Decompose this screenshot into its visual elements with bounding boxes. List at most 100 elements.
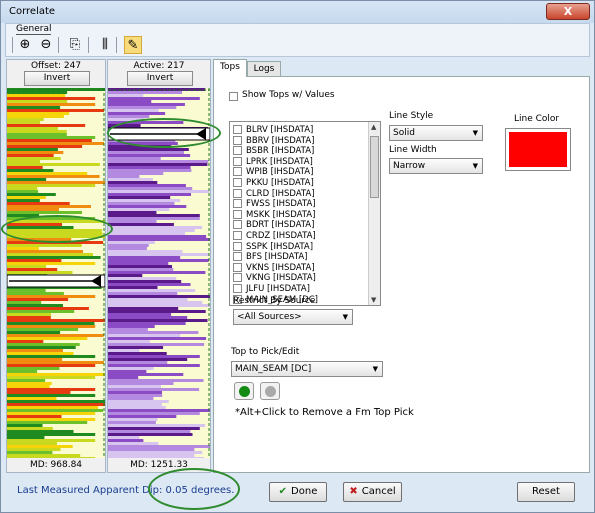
tab-tops[interactable]: Tops	[213, 59, 247, 77]
top-checkbox[interactable]	[233, 273, 242, 283]
top-checkbox[interactable]	[233, 178, 242, 187]
top-checkbox[interactable]	[233, 156, 242, 166]
log-fill-segment	[7, 244, 82, 247]
active-invert-button[interactable]: Invert	[127, 71, 193, 86]
track-spacing-icon[interactable]: ⫼	[96, 36, 114, 54]
log-fill-segment	[108, 94, 144, 97]
log-fill-segment	[7, 448, 61, 451]
line-style-select[interactable]: Solid ▼	[389, 125, 483, 141]
log-fill-segment	[7, 238, 72, 241]
scroll-up-icon[interactable]: ▲	[371, 123, 376, 131]
top-checkbox[interactable]	[233, 231, 242, 240]
log-fill-segment	[7, 94, 66, 97]
cancel-button[interactable]: ✖ Cancel	[343, 482, 402, 502]
active-log-track[interactable]	[108, 88, 210, 458]
top-checkbox[interactable]	[233, 220, 242, 230]
top-checkbox[interactable]	[233, 209, 242, 219]
line-color-fill	[509, 132, 567, 167]
top-checkbox[interactable]	[233, 199, 242, 209]
cross-icon: ✖	[349, 486, 358, 497]
log-fill-segment	[7, 337, 88, 340]
show-tops-values-checkbox[interactable]	[229, 92, 238, 101]
log-fill-segment	[108, 256, 181, 259]
log-fill-segment	[108, 283, 191, 286]
top-label: MSKK [IHSDATA]	[246, 209, 316, 220]
top-label: BLRV [IHSDATA]	[246, 125, 314, 135]
log-fill-segment	[7, 388, 96, 391]
top-label: VKNS [IHSDATA]	[246, 262, 315, 273]
log-fill-segment	[108, 385, 161, 388]
log-fill-segment	[108, 262, 169, 265]
log-fill-segment	[108, 148, 189, 151]
log-fill-segment	[7, 298, 69, 301]
log-fill-segment	[108, 421, 156, 424]
log-fill-segment	[108, 397, 154, 400]
log-fill-segment	[108, 319, 208, 322]
top-checkbox[interactable]	[233, 146, 242, 156]
top-checkbox[interactable]	[233, 252, 242, 262]
pick-mode-off-button[interactable]	[260, 382, 280, 400]
scroll-down-icon[interactable]: ▼	[371, 296, 376, 304]
ribbon-tab-general[interactable]: General	[16, 24, 52, 35]
log-fill-segment	[108, 427, 200, 430]
log-fill-segment	[108, 433, 193, 436]
log-fill-segment	[7, 88, 105, 91]
tops-list-scrollbar[interactable]: ▲ ▼	[368, 122, 380, 305]
log-fill-segment	[108, 445, 210, 448]
log-fill-segment	[108, 361, 168, 364]
active-md-readout: MD: 1251.33	[108, 458, 210, 472]
offset-invert-button[interactable]: Invert	[24, 71, 90, 86]
log-fill-segment	[7, 202, 70, 205]
log-fill-segment	[7, 304, 63, 307]
log-fill-segment	[7, 148, 58, 151]
pick-tops-icon[interactable]: ✎	[124, 36, 142, 54]
tab-logs[interactable]: Logs	[247, 61, 281, 77]
log-fill-segment	[7, 97, 96, 100]
log-fill-segment	[108, 271, 206, 274]
close-button[interactable]: X	[546, 3, 590, 20]
zoom-out-icon[interactable]: ⊖	[37, 36, 55, 54]
reset-button[interactable]: Reset	[517, 482, 575, 502]
active-label: Active: 217	[133, 61, 185, 71]
log-fill-segment	[7, 121, 41, 124]
zoom-in-icon[interactable]: ⊕	[16, 36, 34, 54]
done-button[interactable]: ✔ Done	[269, 482, 327, 502]
line-width-select[interactable]: Narrow ▼	[389, 158, 483, 174]
log-fill-segment	[7, 157, 61, 160]
log-fill-segment	[7, 250, 83, 253]
log-fill-segment	[7, 226, 74, 229]
log-fill-segment	[7, 325, 96, 328]
pick-mode-on-button[interactable]	[234, 382, 254, 400]
top-pick-select[interactable]: MAIN_SEAM [DC] ▼	[231, 361, 383, 377]
log-fill-segment	[7, 208, 59, 211]
log-fill-segment	[7, 385, 50, 388]
top-checkbox[interactable]	[233, 241, 242, 251]
log-fill-segment	[108, 238, 210, 241]
log-fill-segment	[7, 382, 52, 385]
log-fill-segment	[108, 364, 200, 367]
log-fill-segment	[108, 184, 186, 187]
log-fill-segment	[7, 124, 86, 127]
offset-log-track[interactable]	[7, 88, 105, 458]
log-fill-segment	[108, 424, 206, 427]
top-pick-value: MAIN_SEAM [DC]	[235, 364, 312, 374]
restrict-source-select[interactable]: <All Sources> ▼	[233, 309, 353, 325]
log-fill-segment	[7, 154, 54, 157]
log-fill-segment	[108, 406, 166, 409]
tops-list[interactable]: BLRV [IHSDATA] BBRV [IHSDATA] BSBR [IHSDAT…	[229, 121, 381, 306]
log-fill-segment	[7, 214, 40, 217]
export-icon[interactable]: ⎘	[66, 36, 84, 54]
top-checkbox[interactable]	[233, 262, 242, 272]
log-fill-segment	[7, 145, 83, 148]
top-checkbox[interactable]	[233, 284, 242, 293]
log-fill-segment	[7, 451, 53, 454]
top-checkbox[interactable]	[233, 125, 242, 134]
top-checkbox[interactable]	[233, 188, 242, 198]
log-fill-segment	[108, 379, 204, 382]
log-fill-segment	[108, 112, 166, 115]
top-checkbox[interactable]	[233, 135, 242, 145]
log-fill-segment	[7, 361, 104, 364]
scroll-thumb[interactable]	[370, 136, 379, 198]
line-color-picker[interactable]	[505, 128, 571, 171]
top-checkbox[interactable]	[233, 167, 242, 177]
